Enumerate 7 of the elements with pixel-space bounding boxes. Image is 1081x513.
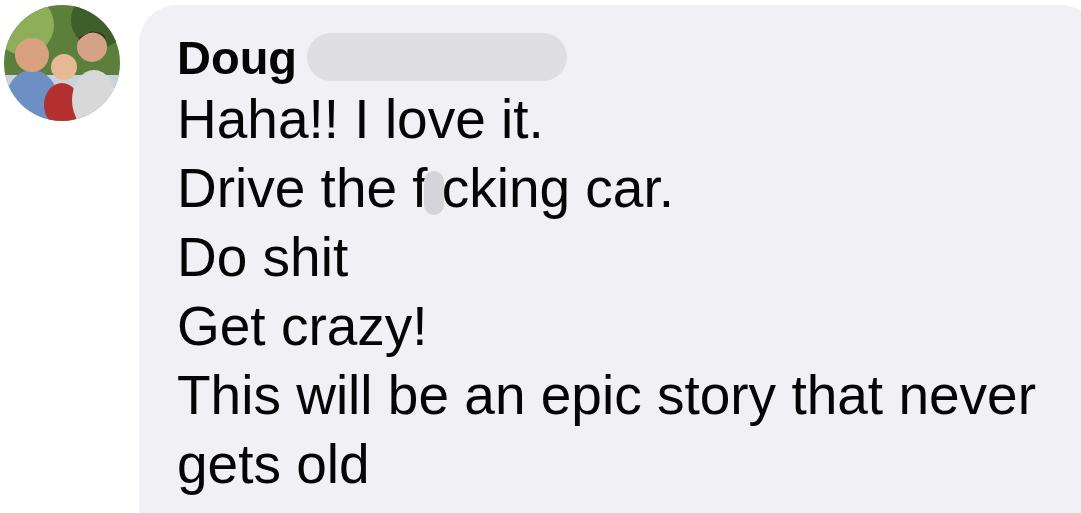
comment-line: This will be an epic story that never gets old (177, 363, 1037, 497)
comment-line: Do shit (177, 225, 350, 290)
comment-text: Drive the f (177, 157, 428, 219)
comment-line: Haha!! I love it. (177, 87, 545, 152)
author-name: Doug (177, 29, 298, 85)
comment-line: Get crazy! (177, 294, 429, 359)
comment-text: cking car. (441, 157, 674, 219)
